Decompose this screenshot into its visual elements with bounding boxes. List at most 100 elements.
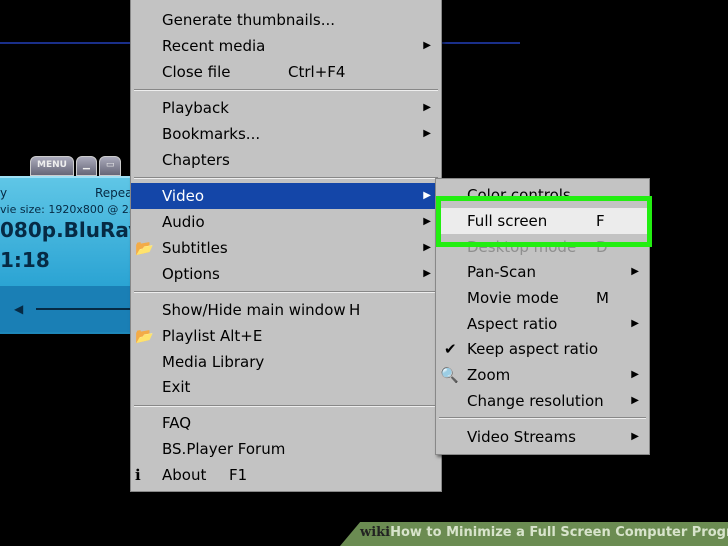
menu-item-label: Desktop mode <box>467 238 577 256</box>
submenu-arrow-icon: ▶ <box>423 216 431 227</box>
shortcut-label: F <box>596 212 605 230</box>
checkmark-icon: ✔ <box>444 340 457 358</box>
menu-item-about[interactable]: About F1 ℹ <box>131 462 441 488</box>
menu-item-label: Options <box>162 265 220 283</box>
shortcut-label: H <box>349 301 361 319</box>
menu-item-full-screen[interactable]: Full screen F <box>436 208 649 234</box>
menu-item-label: Exit <box>162 378 191 396</box>
magnifier-icon: 🔍 <box>440 366 459 384</box>
menu-item-label: Bookmarks... <box>162 125 261 143</box>
submenu-arrow-icon: ▶ <box>423 268 431 279</box>
menu-item-label: Movie mode <box>467 289 559 307</box>
watermark-how: How <box>390 525 422 540</box>
menu-separator <box>134 89 438 91</box>
menu-item-color-controls[interactable]: Color controls <box>436 182 649 208</box>
menu-item-label: Close file <box>162 63 231 81</box>
shortcut-label: F1 <box>229 466 248 484</box>
menu-item-label: About <box>162 466 207 484</box>
menu-separator <box>439 417 646 419</box>
time-display: 1:18 <box>0 248 50 272</box>
menu-item-keep-aspect-ratio[interactable]: Keep aspect ratio ✔ <box>436 336 649 362</box>
status-left: y <box>0 186 8 200</box>
menu-separator <box>134 291 438 293</box>
controls-bar: ◀ <box>0 286 132 332</box>
player-tabs: MENU ▁ ▭ <box>30 156 122 176</box>
menu-item-label: Keep aspect ratio <box>467 340 599 358</box>
submenu-arrow-icon: ▶ <box>423 242 431 253</box>
menu-item-chapters[interactable]: Chapters <box>131 147 441 173</box>
menu-item-bookmarks[interactable]: Bookmarks... ▶ <box>131 121 441 147</box>
menu-item-zoom[interactable]: Zoom ▶ 🔍 <box>436 362 649 388</box>
menu-item-label: Playback <box>162 99 229 117</box>
menu-item-label: Playlist <box>162 327 216 345</box>
menu-item-aspect-ratio[interactable]: Aspect ratio ▶ <box>436 311 649 337</box>
context-menu: Generate thumbnails... Recent media ▶ Close… <box>130 0 442 492</box>
menu-item-audio[interactable]: Audio ▶ <box>131 209 441 235</box>
menu-item-label: BS.Player Forum <box>162 440 286 458</box>
submenu-arrow-icon: ▶ <box>423 128 431 139</box>
menu-item-media-library[interactable]: Media Library <box>131 349 441 375</box>
menu-item-label: Aspect ratio <box>467 315 558 333</box>
menu-item-recent-media[interactable]: Recent media ▶ <box>131 33 441 59</box>
menu-item-pan-scan[interactable]: Pan-Scan ▶ <box>436 259 649 285</box>
menu-separator <box>134 177 438 179</box>
submenu-arrow-icon: ▶ <box>631 318 639 329</box>
menu-button[interactable]: MENU <box>30 156 74 176</box>
menu-item-label: Recent media <box>162 37 266 55</box>
menu-separator <box>134 405 438 407</box>
menu-item-video[interactable]: Video ▶ <box>131 183 441 209</box>
watermark: wikiHow to Minimize a Full Screen Comput… <box>360 525 728 540</box>
menu-item-label: Media Library <box>162 353 265 371</box>
menu-item-bs-player-forum[interactable]: BS.Player Forum <box>131 436 441 462</box>
menu-item-desktop-mode[interactable]: Desktop mode D <box>436 234 649 260</box>
menu-item-label: Subtitles <box>162 239 228 257</box>
restore-button[interactable]: ▭ <box>98 156 122 176</box>
folder-icon: 📂 <box>135 327 154 345</box>
submenu-arrow-icon: ▶ <box>631 395 639 406</box>
shortcut-label: M <box>596 289 609 307</box>
repeat-label: Repea <box>95 186 133 200</box>
video-submenu: Color controls Full screen F Desktop mode D P… <box>435 178 650 455</box>
submenu-arrow-icon: ▶ <box>423 190 431 201</box>
menu-item-options[interactable]: Options ▶ <box>131 261 441 287</box>
submenu-arrow-icon: ▶ <box>423 102 431 113</box>
menu-item-label: Full screen <box>467 212 548 230</box>
menu-item-label: Video <box>162 187 205 205</box>
menu-item-video-streams[interactable]: Video Streams ▶ <box>436 424 649 450</box>
watermark-wiki: wiki <box>360 525 391 540</box>
menu-item-label: Show/Hide main window <box>162 301 346 319</box>
volume-icon[interactable]: ◀ <box>14 302 23 316</box>
menu-item-close-file[interactable]: Close file Ctrl+F4 <box>131 59 441 85</box>
menu-item-label: FAQ <box>162 414 192 432</box>
movie-title: 080p.BluRay. <box>0 218 148 242</box>
menu-item-show-hide-main-window[interactable]: Show/Hide main window H <box>131 297 441 323</box>
menu-item-movie-mode[interactable]: Movie mode M <box>436 285 649 311</box>
menu-item-playback[interactable]: Playback ▶ <box>131 95 441 121</box>
menu-item-generate-thumbnails[interactable]: Generate thumbnails... <box>131 7 441 33</box>
menu-item-change-resolution[interactable]: Change resolution ▶ <box>436 388 649 414</box>
menu-item-label: Generate thumbnails... <box>162 11 336 29</box>
player-window: y Repea vie size: 1920x800 @ 23. 080p.Bl… <box>0 176 147 334</box>
shortcut-label: Alt+E <box>220 327 263 345</box>
menu-item-exit[interactable]: Exit <box>131 374 441 400</box>
menu-item-label: Video Streams <box>467 428 576 446</box>
menu-item-label: Color controls <box>467 186 571 204</box>
menu-item-subtitles[interactable]: Subtitles ▶ 📂 <box>131 235 441 261</box>
info-icon: ℹ <box>135 466 141 484</box>
submenu-arrow-icon: ▶ <box>631 266 639 277</box>
menu-item-faq[interactable]: FAQ <box>131 410 441 436</box>
menu-item-label: Audio <box>162 213 205 231</box>
watermark-title: to Minimize a Full Screen Computer Progr… <box>421 525 728 540</box>
menu-item-label: Zoom <box>467 366 511 384</box>
submenu-arrow-icon: ▶ <box>631 369 639 380</box>
menu-item-label: Chapters <box>162 151 230 169</box>
minimize-button[interactable]: ▁ <box>75 156 97 176</box>
menu-item-label: Pan-Scan <box>467 263 536 281</box>
volume-slider[interactable] <box>36 308 132 310</box>
shortcut-label: Ctrl+F4 <box>288 63 346 81</box>
folder-icon: 📂 <box>135 239 154 257</box>
shortcut-label: D <box>596 238 608 256</box>
movie-size: vie size: 1920x800 @ 23. <box>0 203 140 216</box>
menu-item-playlist[interactable]: Playlist Alt+E 📂 <box>131 323 441 349</box>
menu-item-label: Change resolution <box>467 392 604 410</box>
